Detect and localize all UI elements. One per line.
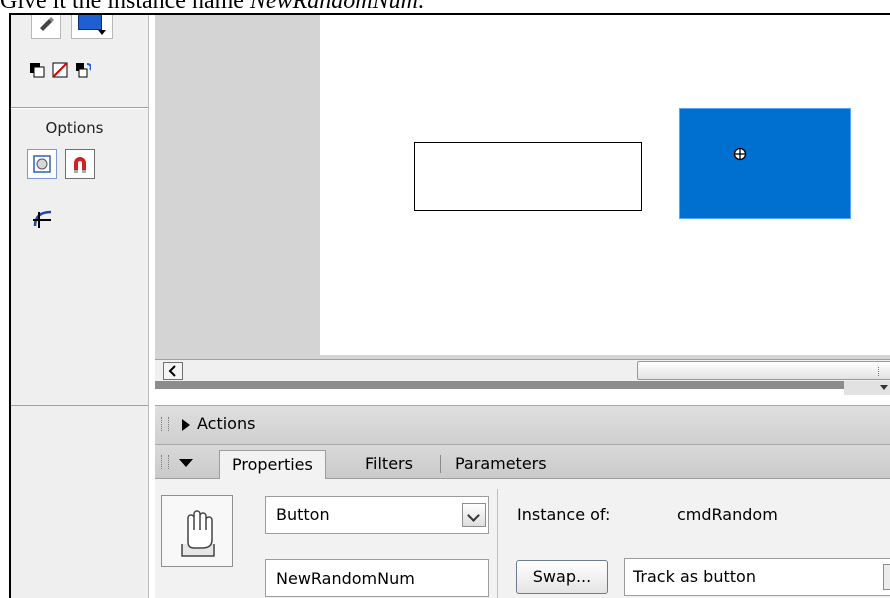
scroll-left-button[interactable] (163, 362, 183, 380)
no-color-icon[interactable] (52, 62, 68, 78)
flash-window: Options Actions Properties Filters Param… (9, 13, 890, 598)
text-field-box[interactable] (414, 142, 642, 211)
tab-parameters[interactable]: Parameters (455, 450, 547, 478)
actions-title: Actions (197, 414, 256, 433)
stage[interactable] (320, 15, 890, 355)
track-as-select[interactable]: Track as button (624, 558, 890, 596)
properties-panel-header: Properties Filters Parameters (155, 445, 890, 479)
symbol-behavior-select[interactable]: Button (265, 496, 489, 534)
fill-color-swatch (78, 15, 102, 30)
panel-grip-icon[interactable] (161, 455, 169, 469)
pencil-icon (40, 17, 54, 31)
dropdown-arrow-icon (98, 30, 106, 35)
track-as-value: Track as button (633, 567, 756, 586)
tab-properties[interactable]: Properties (219, 450, 326, 479)
dropdown-button[interactable] (883, 564, 890, 590)
smooth-icon[interactable] (31, 208, 55, 230)
caption-instance-name: NewRandomNum (249, 0, 418, 14)
stroke-color-button[interactable] (31, 15, 61, 39)
color-options-row (29, 62, 91, 80)
caption-prefix: Give it the instance name (0, 0, 250, 14)
scroll-thumb[interactable] (637, 361, 890, 380)
panel-collapse-arrow[interactable] (844, 381, 890, 395)
tab-divider (440, 455, 441, 473)
object-drawing-button[interactable] (27, 149, 57, 179)
button-symbol-icon (161, 495, 233, 567)
collapse-arrow-icon[interactable] (179, 458, 193, 468)
panel-divider (497, 489, 498, 598)
black-white-icon[interactable] (29, 62, 45, 78)
actions-panel-header[interactable]: Actions (155, 405, 890, 445)
panel-grip-icon[interactable] (161, 417, 169, 431)
registration-point-icon (733, 147, 747, 161)
swap-button[interactable]: Swap... (516, 560, 608, 594)
expand-arrow-icon[interactable] (181, 419, 191, 431)
swap-colors-icon[interactable] (75, 62, 91, 78)
work-area (155, 15, 890, 395)
snap-to-objects-button[interactable] (65, 149, 95, 179)
instance-of-value: cmdRandom (677, 505, 778, 524)
fill-color-button[interactable] (71, 15, 113, 39)
instance-of-label: Instance of: (517, 505, 611, 524)
grip-icon (878, 367, 890, 376)
horizontal-scrollbar[interactable] (155, 359, 890, 382)
chevron-down-icon[interactable] (462, 503, 486, 527)
properties-panel-body: Button Instance of: cmdRandom Swap... Tr… (155, 479, 890, 598)
symbol-behavior-value: Button (276, 505, 330, 524)
options-label: Options (45, 119, 104, 137)
button-instance[interactable] (679, 108, 851, 219)
tab-filters[interactable]: Filters (365, 450, 413, 478)
chevron-left-icon (168, 365, 176, 377)
toolbox-lower-area (11, 405, 148, 598)
instance-name-field[interactable] (265, 559, 489, 597)
tools-panel: Options (11, 15, 149, 598)
object-drawing-icon (33, 155, 51, 173)
caption-suffix: . (417, 0, 424, 14)
toolbox-divider (11, 107, 148, 109)
magnet-icon (74, 157, 86, 173)
stage-bottom-border (155, 381, 890, 389)
